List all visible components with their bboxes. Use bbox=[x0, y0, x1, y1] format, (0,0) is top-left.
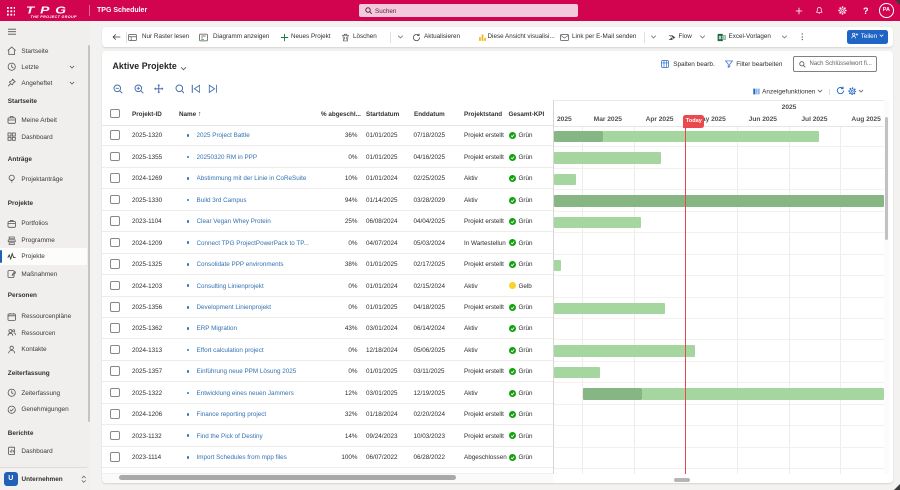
svg-text:THE PROJECT GROUP: THE PROJECT GROUP bbox=[31, 15, 78, 19]
